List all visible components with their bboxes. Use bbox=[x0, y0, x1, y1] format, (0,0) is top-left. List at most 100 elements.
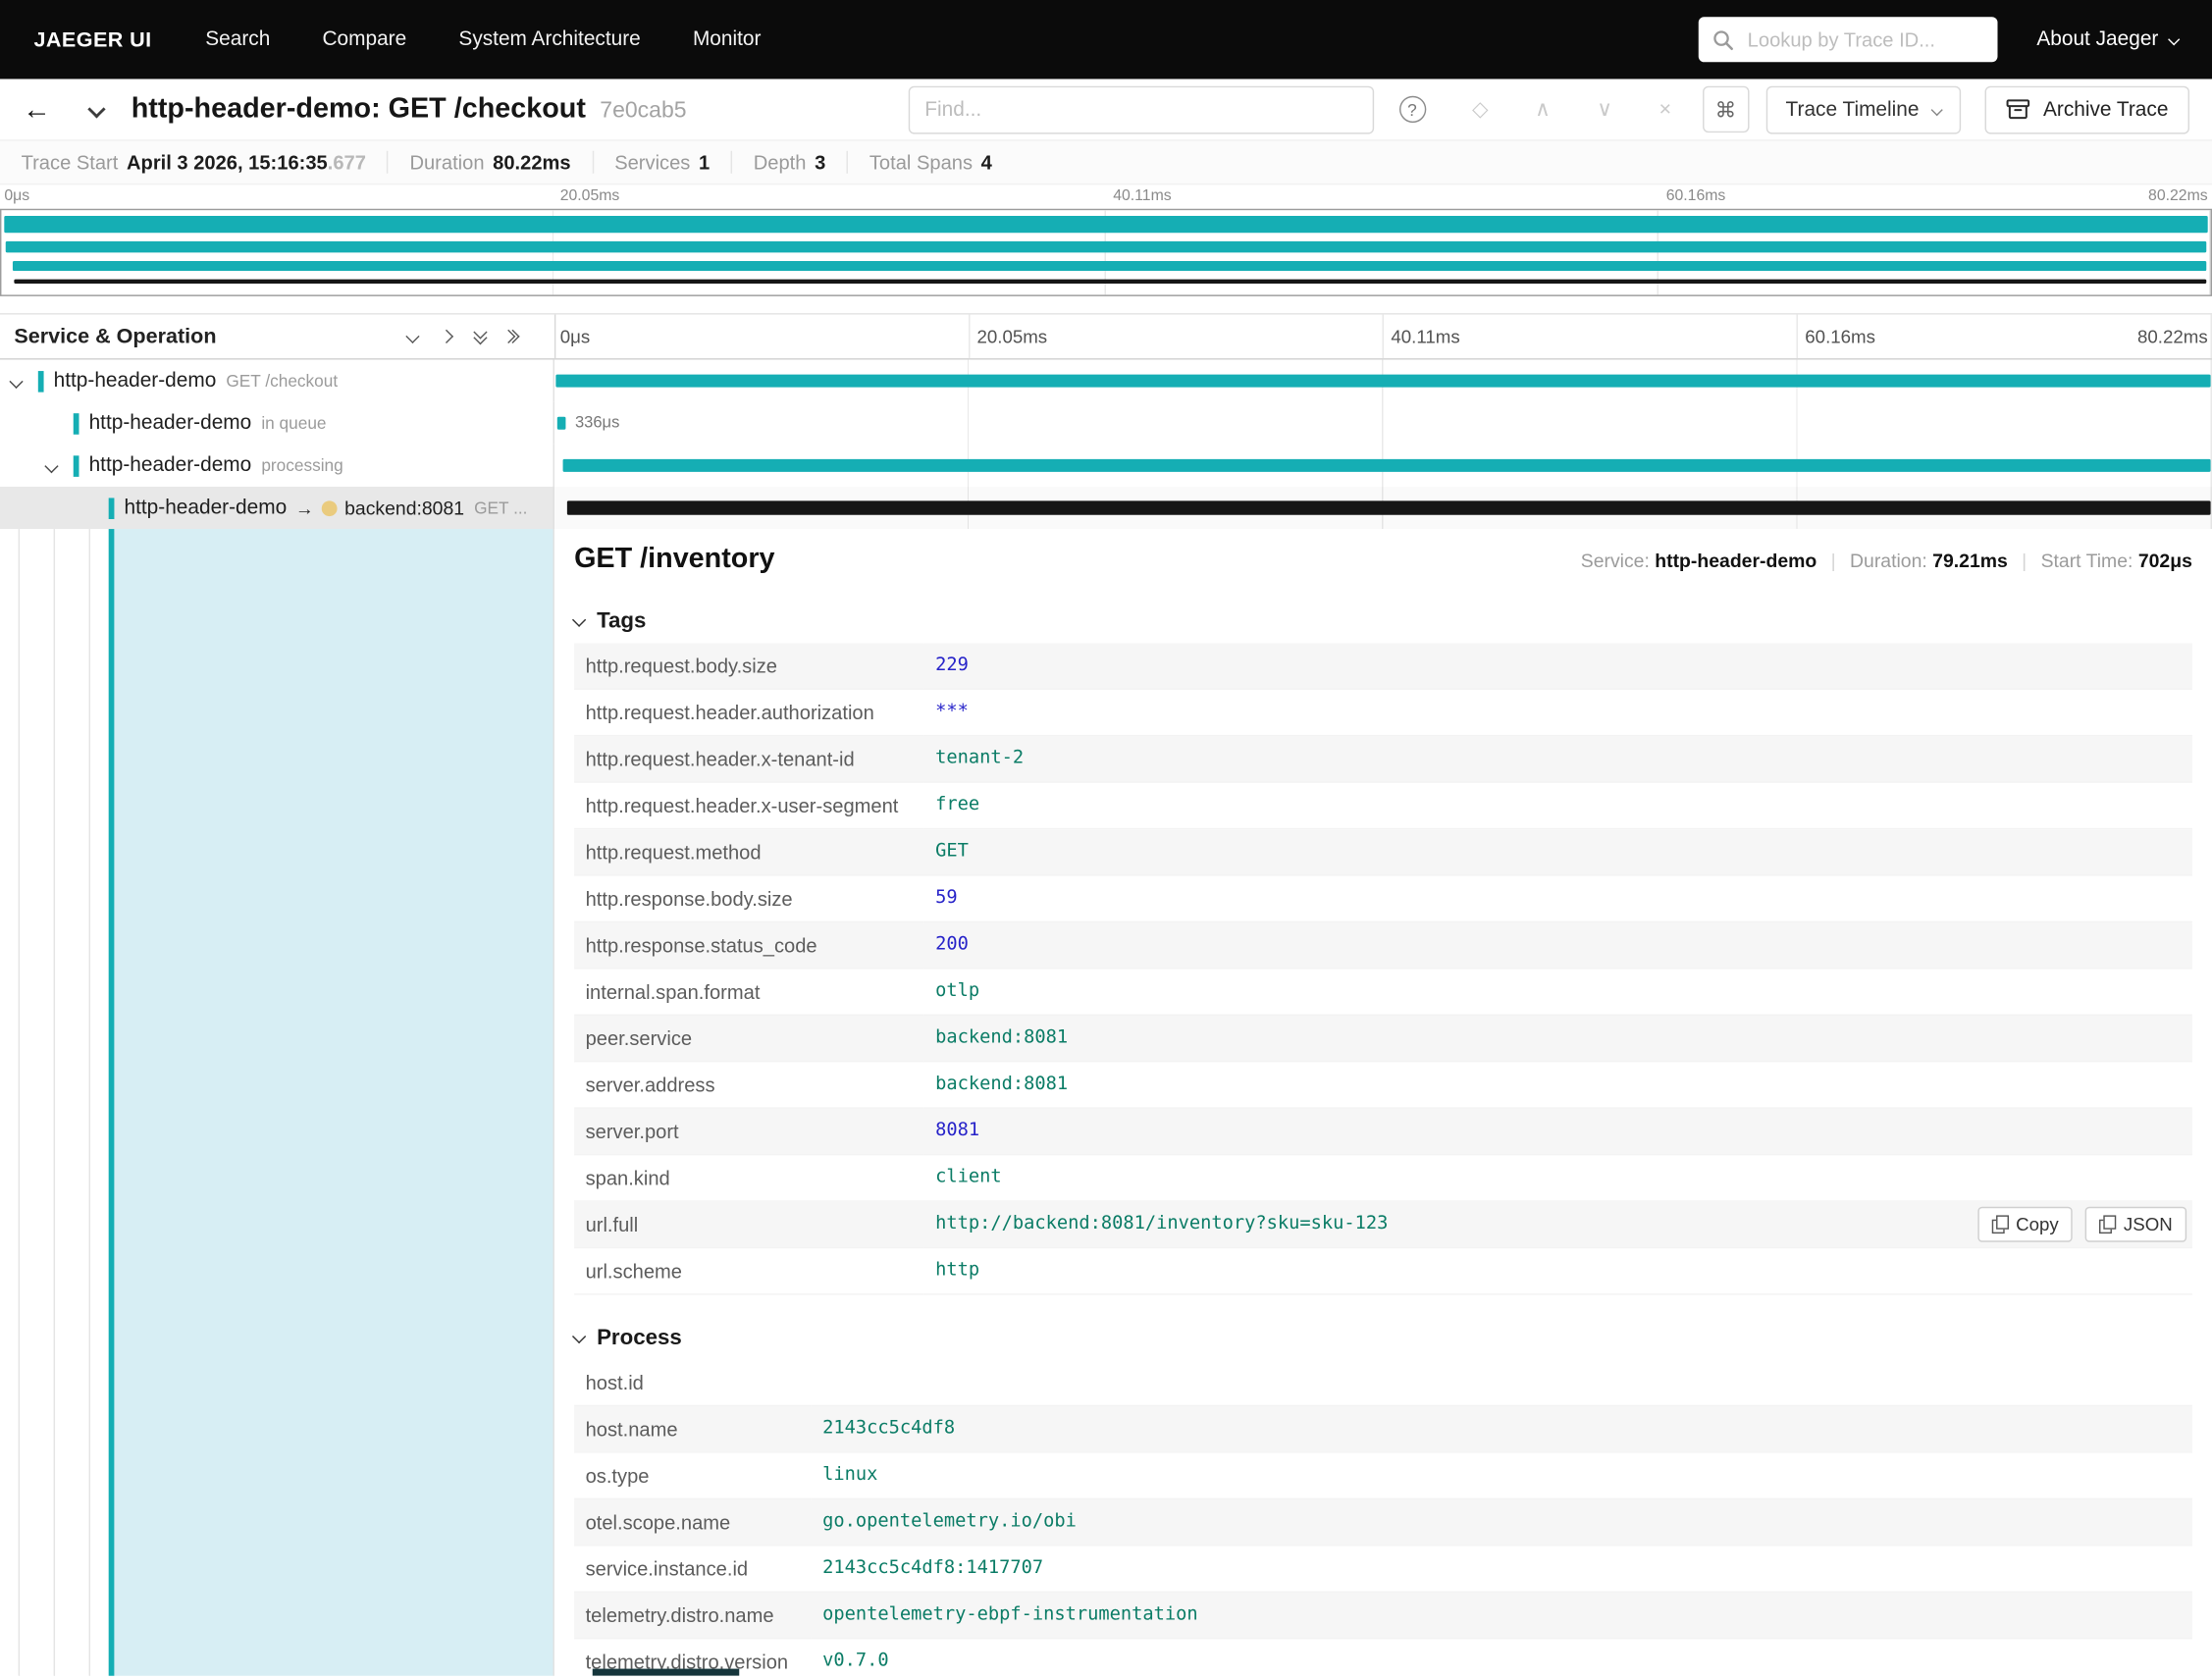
trace-lookup[interactable] bbox=[1698, 17, 1998, 63]
arrow-right-icon: → bbox=[294, 497, 314, 519]
kv-table-tags: http.request.body.size 229 http.request.he… bbox=[574, 643, 2192, 1295]
summary-depth: Depth 3 bbox=[730, 150, 825, 174]
clear-find-icon[interactable]: × bbox=[1659, 99, 1672, 121]
collapse-all-icon[interactable] bbox=[473, 324, 488, 344]
span-track[interactable] bbox=[554, 360, 2212, 402]
copy-button[interactable]: Copy bbox=[1977, 1206, 2074, 1242]
prev-match-icon[interactable]: ∧ bbox=[1535, 99, 1551, 121]
kv-key: http.response.body.size bbox=[574, 874, 924, 923]
kv-row: http.request.body.size 229 bbox=[574, 643, 2192, 690]
nav-item-system-architecture[interactable]: System Architecture bbox=[458, 28, 640, 51]
peer-service-dot-icon bbox=[322, 499, 338, 516]
kv-value: GET bbox=[935, 840, 969, 863]
nav-item-monitor[interactable]: Monitor bbox=[693, 28, 762, 51]
kv-value-cell: 8081 bbox=[923, 1108, 2192, 1156]
kv-key: url.full bbox=[574, 1201, 924, 1249]
collapse-one-icon[interactable] bbox=[405, 329, 420, 343]
span-name-cell[interactable]: http-header-demo → backend:8081 GET ... bbox=[0, 486, 554, 530]
nav-item-search[interactable]: Search bbox=[205, 28, 270, 51]
trace-id: 7e0cab5 bbox=[600, 98, 687, 124]
span-rows: http-header-demo GET /checkout http-header… bbox=[0, 359, 2212, 530]
span-track[interactable]: 336μs bbox=[554, 402, 2212, 445]
span-name-cell[interactable]: http-header-demo GET /checkout bbox=[0, 359, 554, 402]
keyboard-shortcuts-button[interactable]: ⌘ bbox=[1702, 85, 1750, 133]
indent-guide bbox=[18, 529, 21, 1676]
tick-label: 60.16ms bbox=[1665, 187, 1726, 205]
kv-value-cell: opentelemetry-ebpf-instrumentation bbox=[811, 1592, 2192, 1640]
kv-value: otlp bbox=[935, 980, 980, 1002]
span-operation-title: GET /inventory bbox=[574, 543, 775, 575]
meta-value: http-header-demo bbox=[1655, 550, 1817, 572]
collapse-header-chevron-icon[interactable] bbox=[87, 100, 106, 119]
kv-row: internal.span.format otlp bbox=[574, 968, 2192, 1016]
kv-key: os.type bbox=[574, 1451, 812, 1500]
span-duration-bar[interactable] bbox=[562, 458, 2212, 472]
json-button[interactable]: JSON bbox=[2085, 1206, 2187, 1242]
span-row-selected[interactable]: http-header-demo → backend:8081 GET ... bbox=[0, 486, 2212, 530]
kv-key: span.kind bbox=[574, 1154, 924, 1202]
summary-label: Trace Start bbox=[21, 150, 119, 174]
span-name-cell[interactable]: http-header-demo processing bbox=[0, 444, 554, 487]
span-collapse-caret[interactable] bbox=[44, 458, 73, 473]
kv-key: host.name bbox=[574, 1405, 812, 1453]
find-input[interactable] bbox=[908, 84, 1374, 133]
kv-value-cell: http://backend:8081/inventory?sku=sku-12… bbox=[923, 1201, 2192, 1249]
span-row[interactable]: http-header-demo processing bbox=[0, 444, 2212, 487]
kv-row: url.scheme http bbox=[574, 1247, 2192, 1295]
kv-row: span.kind client bbox=[574, 1154, 2192, 1202]
minimap-ticks: 0μs 20.05ms 40.11ms 60.16ms 80.22ms bbox=[0, 184, 2212, 208]
kv-key: http.request.header.x-tenant-id bbox=[574, 735, 924, 783]
expand-one-icon[interactable] bbox=[439, 329, 454, 343]
span-detail-header: GET /inventory Service: http-header-demo… bbox=[574, 543, 2192, 575]
trace-view-select-label: Trace Timeline bbox=[1785, 97, 1920, 121]
kv-row: server.port 8081 bbox=[574, 1108, 2192, 1156]
kv-row: host.id bbox=[574, 1359, 2192, 1407]
kv-row: telemetry.distro.name opentelemetry-ebpf-… bbox=[574, 1592, 2192, 1640]
span-detail-panel: GET /inventory Service: http-header-demo… bbox=[553, 529, 2212, 1676]
span-track[interactable] bbox=[554, 445, 2212, 487]
expand-all-icon[interactable] bbox=[501, 329, 520, 343]
span-row[interactable]: http-header-demo in queue 336μs bbox=[0, 401, 2212, 445]
help-icon[interactable]: ? bbox=[1398, 95, 1426, 124]
span-track[interactable] bbox=[554, 487, 2212, 529]
kv-value: backend:8081 bbox=[935, 1026, 1069, 1049]
timeline-header: Service & Operation 0μs 20.05ms 40.11ms 60.… bbox=[0, 313, 2212, 360]
trace-lookup-input[interactable] bbox=[1744, 26, 1983, 53]
kv-row: http.request.header.x-tenant-id tenant-2 bbox=[574, 735, 2192, 783]
trace-view-select[interactable]: Trace Timeline bbox=[1765, 84, 1962, 133]
summary-label: Duration bbox=[409, 150, 485, 174]
kv-value: 8081 bbox=[935, 1120, 980, 1141]
section-toggle-process[interactable]: Process bbox=[571, 1326, 2192, 1351]
meta-separator: | bbox=[2022, 550, 2028, 572]
match-filter-icon[interactable]: ◇ bbox=[1472, 99, 1489, 121]
span-collapse-caret[interactable] bbox=[9, 374, 38, 389]
back-button[interactable]: ← bbox=[23, 95, 51, 124]
tick-label: 20.05ms bbox=[559, 187, 620, 205]
kv-key: http.response.status_code bbox=[574, 921, 924, 970]
kv-row: host.name 2143cc5c4df8 bbox=[574, 1405, 2192, 1453]
kv-value-cell bbox=[811, 1359, 2192, 1407]
next-match-icon[interactable]: ∨ bbox=[1597, 99, 1612, 121]
nav-item-compare[interactable]: Compare bbox=[322, 28, 406, 51]
meta-value: 702μs bbox=[2137, 550, 2192, 572]
about-jaeger-menu[interactable]: About Jaeger bbox=[2036, 28, 2181, 51]
section-toggle-tags[interactable]: Tags bbox=[571, 609, 2192, 635]
span-duration-bar[interactable] bbox=[557, 416, 565, 430]
archive-trace-button[interactable]: Archive Trace bbox=[1985, 84, 2189, 133]
trace-minimap[interactable] bbox=[0, 208, 2212, 296]
span-name-cell[interactable]: http-header-demo in queue bbox=[0, 401, 554, 445]
copy-icon bbox=[1991, 1215, 2009, 1234]
kv-value-cell: otlp bbox=[923, 968, 2192, 1016]
kv-value-cell: 200 bbox=[923, 921, 2192, 970]
span-row[interactable]: http-header-demo GET /checkout bbox=[0, 359, 2212, 402]
span-duration-bar[interactable] bbox=[555, 374, 2212, 388]
kv-value: 229 bbox=[935, 655, 969, 676]
span-duration-bar[interactable] bbox=[567, 500, 2212, 515]
kv-value-cell: GET bbox=[923, 828, 2192, 876]
archive-trace-label: Archive Trace bbox=[2042, 97, 2169, 121]
jaeger-logo[interactable]: JAEGER UI bbox=[34, 27, 152, 51]
tick-label: 80.22ms bbox=[2148, 187, 2208, 205]
trace-title: http-header-demo: GET /checkout 7e0cab5 bbox=[132, 93, 687, 126]
summary-value-fraction: .677 bbox=[327, 150, 366, 174]
kv-value: 2143cc5c4df8 bbox=[822, 1417, 956, 1440]
